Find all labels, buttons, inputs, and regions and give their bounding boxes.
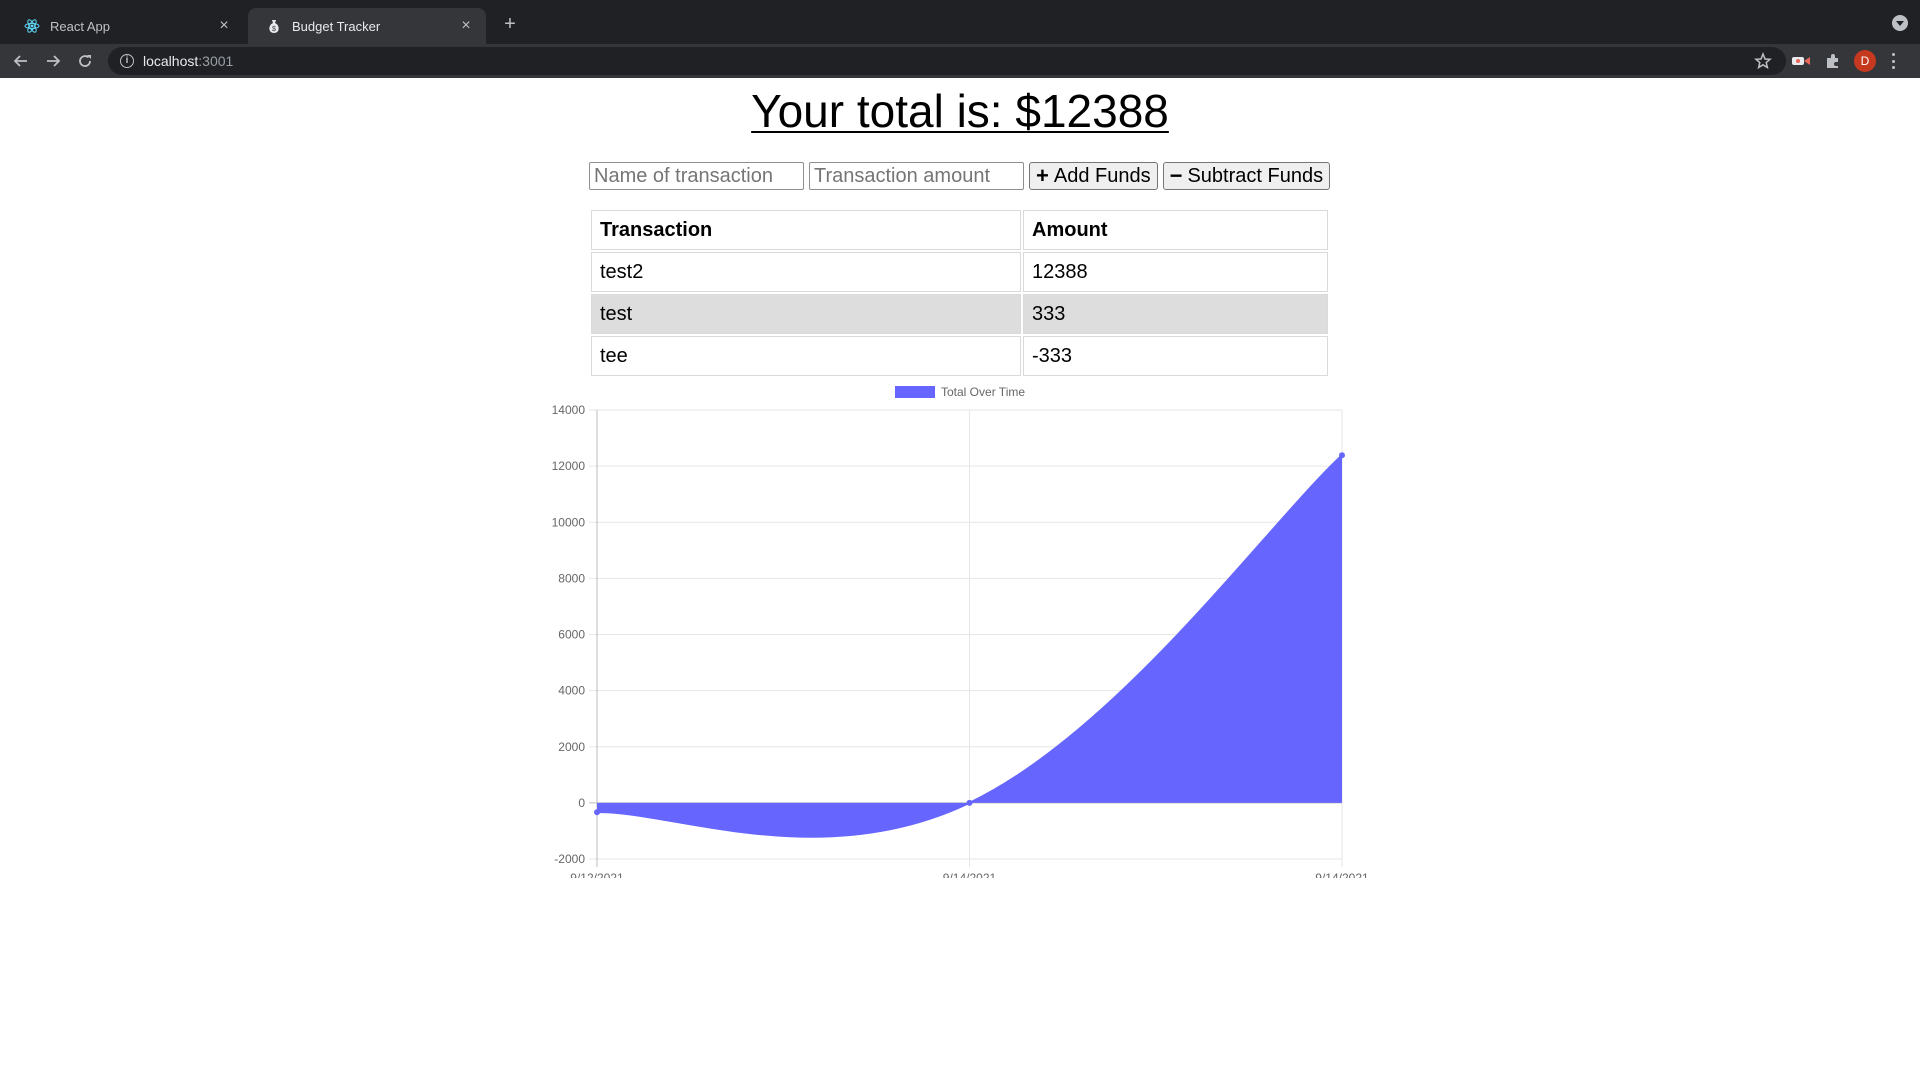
tab-close-icon[interactable]: × (216, 18, 232, 34)
subtract-funds-button[interactable]: − Subtract Funds (1162, 162, 1331, 190)
legend-label: Total Over Time (941, 385, 1025, 399)
data-point (1339, 452, 1345, 459)
transaction-name-cell: tee (591, 336, 1021, 376)
url-host: localhost (143, 53, 199, 69)
transaction-amount-cell: 333 (1023, 294, 1328, 334)
extensions-puzzle-icon[interactable] (1822, 50, 1844, 72)
reload-icon[interactable] (72, 48, 98, 74)
tab-title: Budget Tracker (292, 18, 381, 34)
y-tick-label: 14000 (552, 403, 586, 417)
tab-strip: React App × $ Budget Tracker × + (0, 0, 1920, 44)
transaction-form: + Add Funds − Subtract Funds (589, 162, 1331, 190)
data-point (966, 799, 973, 806)
table-row: test2 12388 (591, 252, 1328, 292)
add-funds-label: Add Funds (1053, 164, 1151, 187)
y-tick-label: 6000 (558, 628, 585, 642)
bookmark-star-icon[interactable] (1754, 51, 1772, 70)
url-port: :3001 (198, 53, 234, 69)
transaction-name-cell: test2 (591, 252, 1021, 292)
address-bar[interactable]: i localhost:3001 (108, 47, 1786, 75)
tab-close-icon[interactable]: × (458, 18, 474, 34)
data-point (594, 809, 600, 816)
y-tick-label: 8000 (558, 571, 585, 585)
back-arrow-icon[interactable] (8, 48, 34, 74)
page-content: Your total is: $12388 + Add Funds − Subt… (0, 78, 1920, 1080)
transaction-name-cell: test (591, 294, 1021, 334)
tab-search-icon[interactable] (1892, 15, 1908, 31)
react-icon (24, 18, 40, 34)
tab-react-app[interactable]: React App × (6, 8, 244, 44)
y-tick-label: 12000 (552, 459, 586, 473)
column-header-amount: Amount (1023, 210, 1328, 250)
transaction-amount-input[interactable] (809, 162, 1024, 190)
x-tick-label: 9/14/2021 (1315, 871, 1369, 878)
money-bag-icon: $ (266, 18, 282, 34)
add-funds-button[interactable]: + Add Funds (1029, 162, 1158, 190)
tab-title: React App (50, 18, 110, 34)
x-tick-label: 9/14/2021 (943, 871, 997, 878)
column-header-transaction: Transaction (591, 210, 1021, 250)
y-tick-label: 2000 (558, 740, 585, 754)
y-tick-label: -2000 (554, 852, 585, 866)
y-tick-label: 10000 (552, 515, 586, 529)
table-header-row: Transaction Amount (591, 210, 1328, 250)
y-tick-label: 4000 (558, 684, 585, 698)
forward-arrow-icon[interactable] (40, 48, 66, 74)
browser-menu-icon[interactable] (1892, 53, 1896, 69)
transaction-amount-cell: 12388 (1023, 252, 1328, 292)
chart-svg: -2000 0 2000 4000 6000 8000 10000 12000 14000 9/1… (552, 385, 1369, 885)
x-tick-label: 9/12/2021 (570, 871, 624, 878)
table-row: tee -333 (591, 336, 1328, 376)
total-heading: Your total is: $12388 (751, 85, 1169, 137)
profile-avatar[interactable]: D (1854, 50, 1876, 72)
svg-text:$: $ (272, 26, 276, 33)
extension-record-icon[interactable] (1790, 50, 1812, 72)
y-tick-label: 0 (578, 796, 585, 810)
transactions-table: Transaction Amount test2 12388 test 333 … (589, 208, 1330, 378)
plus-icon: + (1036, 163, 1049, 188)
transaction-amount-cell: -333 (1023, 336, 1328, 376)
transaction-name-input[interactable] (589, 162, 804, 190)
minus-icon: − (1169, 163, 1183, 188)
legend-swatch (895, 386, 935, 398)
new-tab-button[interactable]: + (498, 12, 522, 36)
total-over-time-chart: -2000 0 2000 4000 6000 8000 10000 12000 14000 9/1… (540, 378, 1380, 885)
subtract-funds-label: Subtract Funds (1187, 164, 1324, 187)
info-icon[interactable]: i (120, 54, 134, 68)
browser-toolbar: i localhost:3001 D (0, 44, 1920, 78)
tab-budget-tracker[interactable]: $ Budget Tracker × (248, 8, 486, 44)
table-row: test 333 (591, 294, 1328, 334)
